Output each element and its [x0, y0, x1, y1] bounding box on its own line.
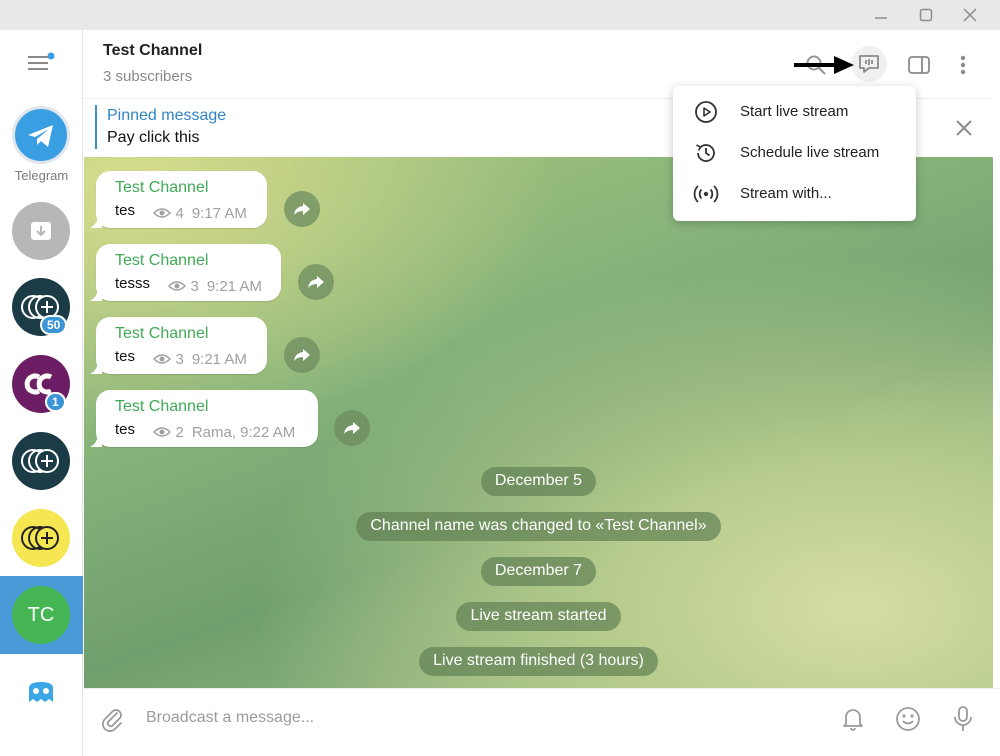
service-message: Live stream finished (3 hours): [84, 647, 993, 676]
arrow-annotation-icon: [794, 56, 854, 74]
message-bubble[interactable]: Test Channel tesss 3 9:21 AM: [90, 244, 281, 301]
pinned-text: Pay click this: [107, 129, 200, 146]
message-author[interactable]: Test Channel: [115, 179, 253, 197]
message-time: 9:21 AM: [191, 350, 247, 368]
message-text: tes: [115, 421, 136, 438]
hamburger-menu-icon[interactable]: [26, 52, 56, 74]
menu-item-schedule-live-stream[interactable]: Schedule live stream: [673, 132, 916, 173]
broadcast-icon: [691, 179, 721, 209]
forward-icon[interactable]: [284, 337, 320, 373]
message-meta: 3 9:21 AM: [168, 277, 262, 295]
microphone-icon[interactable]: [947, 703, 979, 735]
chat-history[interactable]: Test Channel tes 4 9:17 AM Test Channel …: [84, 157, 993, 688]
message-meta: 3 9:21 AM: [153, 350, 247, 368]
message-text: tesss: [115, 275, 151, 292]
menu-item-label: Start live stream: [740, 103, 849, 120]
service-text: Live stream finished (3 hours): [419, 647, 658, 676]
attach-icon[interactable]: [96, 703, 128, 735]
ghost-icon[interactable]: [12, 665, 70, 723]
message-author[interactable]: Test Channel: [115, 325, 253, 343]
unread-badge: 50: [40, 315, 68, 335]
date-separator: December 7: [480, 557, 597, 586]
close-icon[interactable]: [953, 117, 975, 139]
sidebar-toggle-icon[interactable]: [902, 48, 936, 82]
coins-plus-icon[interactable]: [12, 432, 70, 490]
message-bubble[interactable]: Test Channel tes 4 9:17 AM: [90, 171, 267, 228]
coins-plus-icon[interactable]: [12, 509, 70, 567]
message-author[interactable]: Test Channel: [115, 252, 267, 270]
menu-item-stream-with[interactable]: Stream with...: [673, 173, 916, 214]
service-message: December 5: [84, 467, 993, 496]
more-icon[interactable]: [946, 48, 980, 82]
service-text: Live stream started: [456, 602, 621, 631]
message-text: tes: [115, 202, 136, 219]
menu-item-start-live-stream[interactable]: Start live stream: [673, 91, 916, 132]
emoji-icon[interactable]: [892, 703, 924, 735]
bell-icon[interactable]: [837, 703, 869, 735]
service-message: Live stream started: [84, 602, 993, 631]
window-titlebar: [0, 0, 1000, 30]
folders-sidebar: Telegram 50 1 TC: [0, 30, 83, 756]
minimize-icon[interactable]: [859, 0, 903, 30]
message-composer: [84, 688, 1000, 756]
folder-label: Telegram: [14, 168, 69, 183]
avatar[interactable]: TC: [12, 586, 70, 644]
message-time: Rama, 9:22 AM: [191, 423, 296, 441]
maximize-icon[interactable]: [904, 0, 948, 30]
message-meta: 2 Rama, 9:22 AM: [153, 424, 295, 441]
service-message: December 7: [84, 557, 993, 586]
message-author[interactable]: Test Channel: [115, 398, 304, 416]
message-text: tes: [115, 348, 136, 365]
broadcast-message-input[interactable]: [146, 705, 746, 731]
unread-badge: 1: [45, 392, 66, 412]
view-count: 4: [175, 204, 184, 222]
view-count: 3: [175, 350, 184, 368]
subscriber-count: 3 subscribers: [103, 68, 193, 85]
avatar-initials: TC: [27, 603, 55, 626]
forward-icon[interactable]: [334, 410, 370, 446]
play-circle-icon: [691, 97, 721, 127]
close-icon[interactable]: [948, 0, 992, 30]
forward-icon[interactable]: [284, 191, 320, 227]
views-icon: [153, 427, 172, 437]
chat-scrollbar[interactable]: [986, 157, 993, 688]
view-count: 2: [175, 423, 184, 441]
service-text: Channel name was changed to «Test Channe…: [356, 512, 721, 541]
pinned-title: Pinned message: [107, 107, 227, 124]
views-icon: [153, 208, 172, 218]
views-icon: [168, 281, 187, 291]
message-bubble[interactable]: Test Channel tes 3 9:21 AM: [90, 317, 267, 374]
forward-icon[interactable]: [298, 264, 334, 300]
views-icon: [153, 354, 172, 364]
channel-title[interactable]: Test Channel: [103, 42, 202, 60]
live-stream-icon[interactable]: [851, 46, 887, 82]
view-count: 3: [190, 277, 199, 295]
archive-icon[interactable]: [12, 202, 70, 260]
date-separator: December 5: [480, 467, 597, 496]
clock-history-icon: [691, 138, 721, 168]
pinned-accent-bar: [95, 105, 97, 149]
message-meta: 4 9:17 AM: [153, 204, 247, 222]
service-message: Channel name was changed to «Test Channe…: [84, 512, 993, 541]
message-bubble[interactable]: Test Channel tes 2 Rama, 9:22 AM: [90, 390, 318, 447]
live-stream-menu: Start live stream Schedule live stream S…: [673, 86, 916, 221]
menu-item-label: Schedule live stream: [740, 144, 880, 161]
message-time: 9:21 AM: [206, 277, 262, 295]
telegram-logo: [12, 106, 70, 164]
message-time: 9:17 AM: [191, 204, 247, 222]
menu-item-label: Stream with...: [740, 185, 832, 202]
